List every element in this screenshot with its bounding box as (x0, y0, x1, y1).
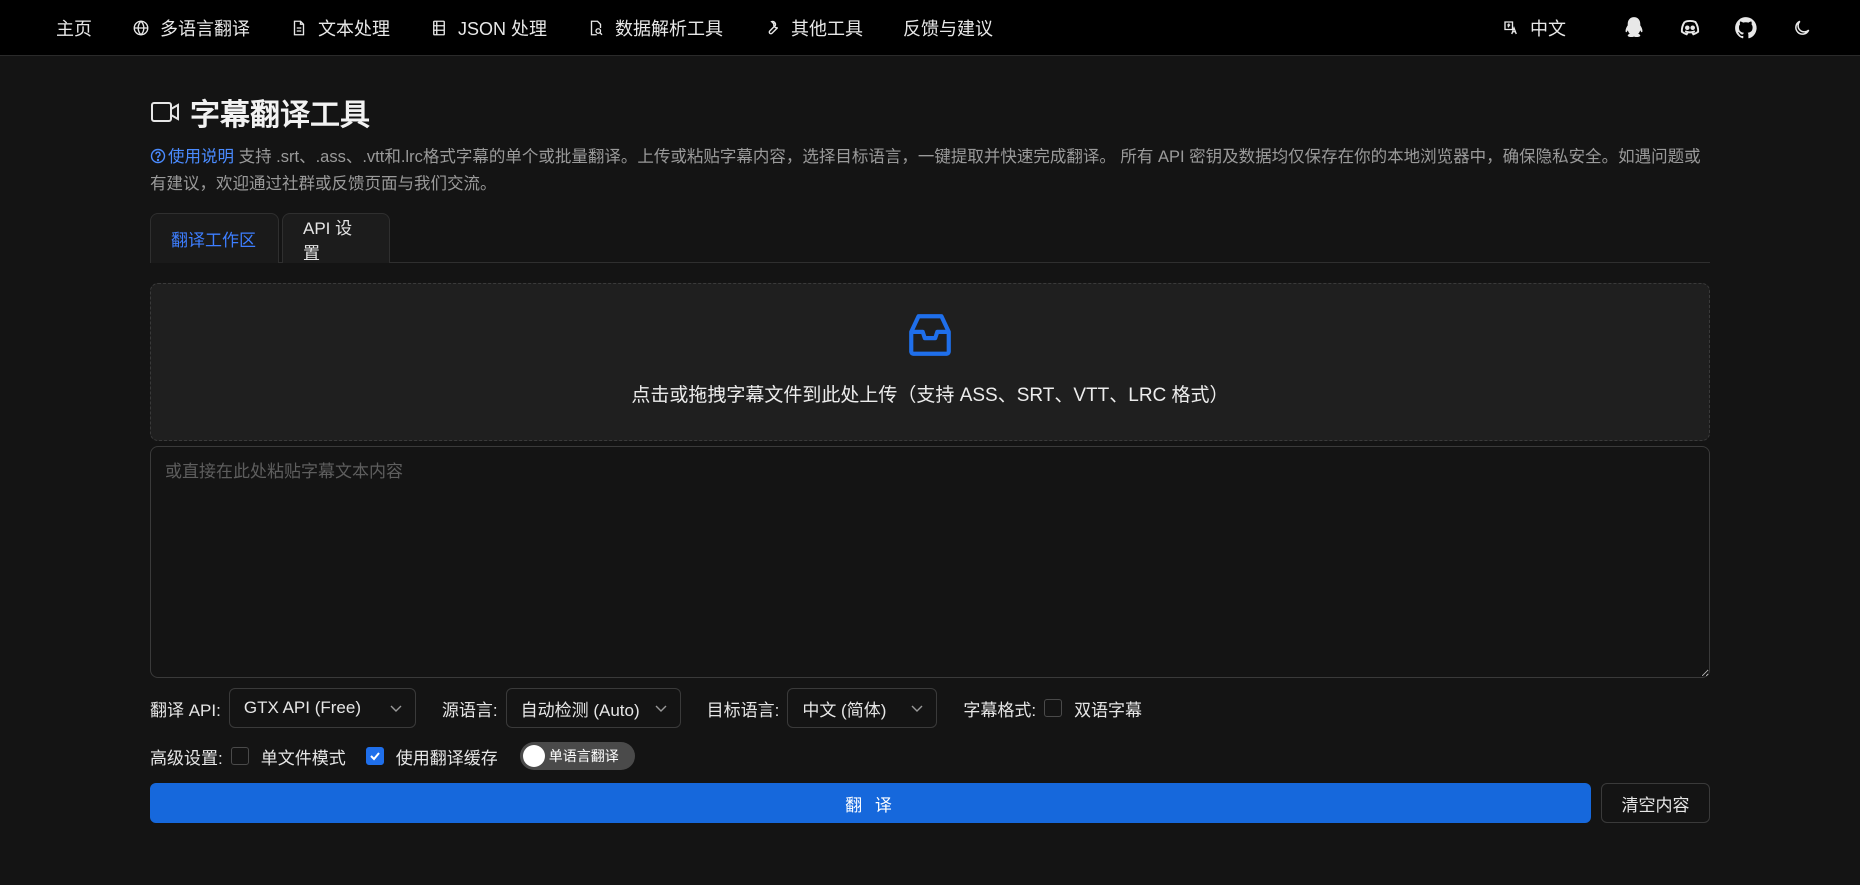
nav-menu: 主页 多语言翻译 文本处理 JSON 处理 数据解析工具 其他工具 反馈与建议 (0, 0, 1033, 56)
toggle-label: 单语言翻译 (548, 748, 619, 764)
upload-dropzone[interactable]: 点击或拖拽字幕文件到此处上传（支持 ASS、SRT、VTT、LRC 格式） (150, 283, 1710, 441)
api-label: 翻译 API: (150, 700, 221, 720)
chevron-down-icon (390, 705, 402, 712)
translate-icon (1504, 21, 1517, 35)
upload-text: 点击或拖拽字幕文件到此处上传（支持 ASS、SRT、VTT、LRC 格式） (631, 385, 1229, 406)
theme-toggle-button[interactable] (1788, 14, 1816, 42)
video-icon (151, 102, 179, 122)
help-link[interactable]: 使用说明 (150, 148, 234, 166)
source-language-value: 自动检测 (Auto) (520, 700, 640, 720)
nav-item-label: JSON 处理 (458, 18, 548, 39)
nav-item-label: 反馈与建议 (903, 18, 994, 39)
nav-item-label: 主页 (56, 18, 92, 39)
qq-button[interactable] (1620, 14, 1648, 42)
json-file-icon (433, 20, 445, 35)
options-row-main: 翻译 API: GTX API (Free) 源语言: 自动检测 (Auto) … (150, 688, 1162, 728)
nav-item-label: 其他工具 (791, 18, 864, 39)
chevron-down-icon (911, 705, 923, 712)
translate-button[interactable]: 翻 译 (150, 783, 1591, 823)
discord-button[interactable] (1676, 14, 1704, 42)
discord-icon (1680, 19, 1700, 36)
language-switch[interactable]: 中文 (1502, 15, 1566, 41)
tab-api-settings[interactable]: API 设置 (282, 213, 390, 263)
nav-item-text[interactable]: 文本处理 (290, 0, 390, 56)
target-language-label: 目标语言: (706, 700, 780, 720)
nav-item-label: 多语言翻译 (160, 18, 250, 39)
nav-item-label: 数据解析工具 (615, 18, 724, 39)
api-select-value: GTX API (Free) (243, 698, 361, 717)
toggle-knob (522, 745, 545, 767)
advanced-settings-label: 高级设置: (150, 748, 223, 768)
tab-translate-workspace[interactable]: 翻译工作区 (150, 213, 279, 263)
chevron-down-icon (655, 705, 667, 712)
title-row: 字幕翻译工具 (150, 90, 370, 134)
top-nav: 主页 多语言翻译 文本处理 JSON 处理 数据解析工具 其他工具 反馈与建议 (0, 0, 1860, 56)
file-search-icon (590, 20, 603, 35)
translation-cache-checkbox[interactable] (365, 747, 384, 765)
single-language-toggle[interactable]: 单语言翻译 (519, 742, 635, 770)
nav-item-other-tools[interactable]: 其他工具 (763, 0, 863, 56)
options-row-advanced: 高级设置: 单文件模式 使用翻译缓存 单语言翻译 (150, 740, 635, 772)
target-language-value: 中文 (简体) (802, 700, 887, 720)
source-language-select[interactable]: 自动检测 (Auto) (505, 688, 681, 728)
nav-item-feedback[interactable]: 反馈与建议 (903, 0, 993, 56)
github-icon (1735, 17, 1757, 39)
nav-item-translate[interactable]: 多语言翻译 (132, 0, 250, 56)
help-circle-icon (150, 148, 166, 164)
subtitle-format-label: 字幕格式: (963, 700, 1037, 720)
tab-bar: 翻译工作区 API 设置 (150, 213, 1710, 263)
api-select[interactable]: GTX API (Free) (228, 688, 416, 728)
clear-button[interactable]: 清空内容 (1601, 783, 1710, 823)
page-title: 字幕翻译工具 (190, 99, 370, 132)
qq-icon (1625, 17, 1643, 37)
subtitle-paste-input[interactable] (150, 446, 1710, 678)
check-icon (370, 752, 380, 761)
page-description: 使用说明 支持 .srt、.ass、.vtt和.lrc格式字幕的单个或批量翻译。… (150, 144, 1710, 198)
nav-item-home[interactable]: 主页 (56, 0, 92, 56)
translation-cache-label: 使用翻译缓存 (395, 748, 498, 768)
bilingual-label: 双语字幕 (1074, 700, 1143, 720)
tab-label: 翻译工作区 (171, 231, 256, 250)
nav-right: 中文 (1502, 0, 1860, 56)
nav-item-label: 文本处理 (318, 18, 390, 39)
moon-icon (1795, 20, 1810, 35)
source-language-label: 源语言: (441, 700, 498, 720)
help-link-label: 使用说明 (168, 148, 234, 166)
inbox-icon (909, 314, 951, 356)
globe-icon (133, 19, 149, 36)
target-language-select[interactable]: 中文 (简体) (787, 688, 938, 728)
nav-item-data-parse[interactable]: 数据解析工具 (587, 0, 723, 56)
tab-label: API 设置 (303, 218, 353, 263)
single-file-checkbox[interactable] (230, 747, 249, 765)
description-text: 支持 .srt、.ass、.vtt和.lrc格式字幕的单个或批量翻译。上传或粘贴… (150, 148, 1701, 193)
file-text-icon (293, 20, 305, 35)
language-label: 中文 (1530, 19, 1566, 39)
bilingual-checkbox[interactable] (1044, 699, 1063, 717)
nav-item-json[interactable]: JSON 处理 (430, 0, 547, 56)
wrench-icon (768, 20, 779, 34)
github-button[interactable] (1732, 14, 1760, 42)
single-file-label: 单文件模式 (260, 748, 346, 768)
